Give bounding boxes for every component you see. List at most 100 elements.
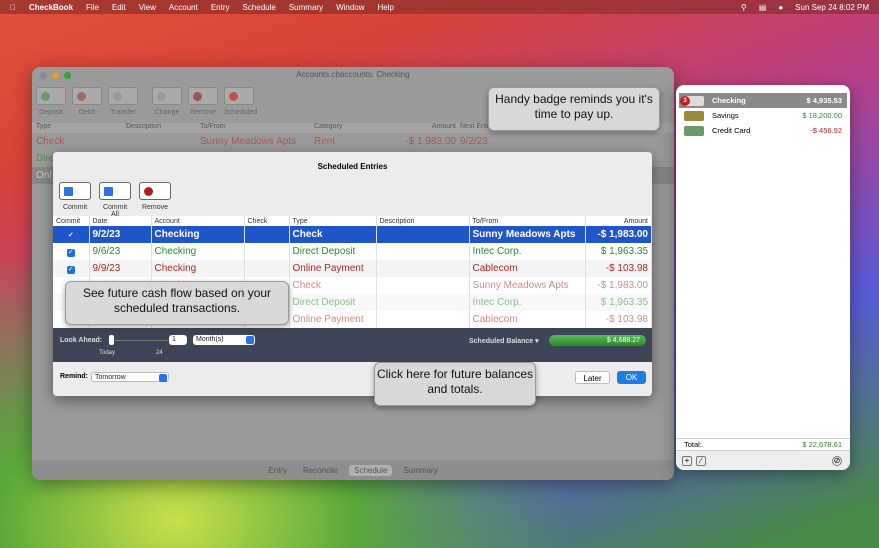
label: Debit xyxy=(78,109,96,116)
look-ahead-unit-select[interactable]: Month(s) xyxy=(193,335,255,345)
value: Month(s) xyxy=(196,336,224,343)
tab-entry[interactable]: Entry xyxy=(263,465,292,476)
menu-window[interactable]: Window xyxy=(336,3,364,12)
look-ahead-count-input[interactable]: 1 xyxy=(169,335,187,345)
cell-type: Check xyxy=(289,226,377,243)
check-icon: 3 xyxy=(680,95,704,106)
search-icon[interactable]: ⚲ xyxy=(741,3,747,12)
col-type[interactable]: Type xyxy=(289,216,377,226)
label: Remove xyxy=(141,204,169,211)
menu-schedule[interactable]: Schedule xyxy=(242,3,275,12)
col-amount[interactable]: Amount xyxy=(394,123,456,133)
menu-file[interactable]: File xyxy=(86,3,99,12)
sheet-toolbar: Commit Commit All Remove xyxy=(53,182,652,218)
scheduled-balance-bar[interactable]: $ 4,688.27 xyxy=(549,335,646,346)
checkbox-icon xyxy=(64,187,73,196)
commit-button[interactable]: Commit xyxy=(59,182,91,216)
cell-commit[interactable]: ✓ xyxy=(53,260,90,277)
scheduled-row[interactable]: ✓ 9/6/23 Checking Direct Deposit Intec Corp.… xyxy=(53,243,652,260)
remove-button[interactable]: Remove xyxy=(188,87,218,119)
col-type[interactable]: Type xyxy=(36,123,126,133)
pencil-icon xyxy=(157,92,166,101)
cell-description xyxy=(376,260,470,277)
scheduled-balance-menu[interactable]: Scheduled Balance ▾ xyxy=(469,337,539,345)
cell-commit[interactable]: ✓ xyxy=(53,243,90,260)
change-button[interactable]: Change xyxy=(152,87,182,119)
cell-account: Checking xyxy=(151,243,245,260)
debit-button[interactable]: Debit xyxy=(72,87,102,119)
clock[interactable]: Sun Sep 24 8:02 PM xyxy=(795,3,869,12)
tab-reconcile[interactable]: Reconcile xyxy=(298,465,343,476)
close-button[interactable] xyxy=(40,72,47,79)
apple-icon[interactable]:  xyxy=(10,3,16,12)
account-balance: $ 4,935.53 xyxy=(806,96,842,105)
cell-commit[interactable]: ✓ xyxy=(53,226,90,243)
scheduled-button[interactable]: Scheduled xyxy=(224,87,258,119)
deposit-icon xyxy=(41,92,50,101)
scheduled-icon xyxy=(229,92,238,101)
register-row[interactable]: Check Sunny Meadows Apts Rent -$ 1,983.0… xyxy=(32,133,674,150)
siri-icon[interactable]: ● xyxy=(778,3,783,12)
callout-balance: Click here for future balances and total… xyxy=(374,362,536,406)
cell-check xyxy=(244,243,290,260)
menu-app[interactable]: CheckBook xyxy=(29,3,73,12)
label: Remove xyxy=(189,109,217,116)
checkbox[interactable]: ✓ xyxy=(66,249,75,257)
slider-thumb[interactable] xyxy=(109,335,114,345)
remind-select[interactable]: Tomorrow xyxy=(91,372,169,382)
due-badge: 3 xyxy=(680,95,690,106)
col-check[interactable]: Check xyxy=(244,216,290,226)
account-savings[interactable]: Savings $ 18,200.00 xyxy=(679,108,847,123)
deposit-button[interactable]: Deposit xyxy=(36,87,66,119)
menu-view[interactable]: View xyxy=(139,3,156,12)
callout-badge: Handy badge reminds you it's time to pay… xyxy=(488,87,660,131)
menu-entry[interactable]: Entry xyxy=(211,3,230,12)
col-commit[interactable]: Commit xyxy=(53,216,90,226)
commit-all-button[interactable]: Commit All xyxy=(99,182,131,218)
cell-amount: -$ 1,983.00 xyxy=(585,277,652,294)
remind-label: Remind: xyxy=(60,373,88,380)
cell-to-from: Intec Corp. xyxy=(469,243,586,260)
cell-description xyxy=(376,294,470,311)
checkbox[interactable]: ✓ xyxy=(66,266,75,274)
menu-edit[interactable]: Edit xyxy=(112,3,126,12)
cell: Onl xyxy=(36,170,52,181)
col-account[interactable]: Account xyxy=(151,216,245,226)
attach-icon[interactable]: ∕ xyxy=(696,456,706,466)
col-amount[interactable]: Amount xyxy=(585,216,652,226)
label: Scheduled xyxy=(224,109,258,116)
menu-account[interactable]: Account xyxy=(169,3,198,12)
zoom-button[interactable] xyxy=(64,72,71,79)
menu-help[interactable]: Help xyxy=(378,3,394,12)
tab-schedule[interactable]: Schedule xyxy=(349,464,393,476)
menu-summary[interactable]: Summary xyxy=(289,3,323,12)
scheduled-row[interactable]: ✓ 9/2/23 Checking Check Sunny Meadows Apts -$… xyxy=(53,226,652,243)
checkbox[interactable]: ✓ xyxy=(67,232,75,240)
add-account-button[interactable]: + xyxy=(682,456,692,466)
cell-type: Online Payment xyxy=(289,260,377,277)
look-ahead-slider[interactable] xyxy=(108,340,168,341)
scheduled-row[interactable]: ✓ 9/9/23 Checking Online Payment Cablecom -$ … xyxy=(53,260,652,277)
account-checking[interactable]: 3 Checking $ 4,935.53 xyxy=(679,93,847,108)
ok-button[interactable]: OK xyxy=(617,371,646,384)
cell-amount: -$ 103.98 xyxy=(585,260,652,277)
col-to-from[interactable]: To/From xyxy=(200,123,314,133)
remove-button[interactable]: Remove xyxy=(139,182,171,216)
later-button[interactable]: Later xyxy=(575,371,610,384)
cancel-icon[interactable]: ⊘ xyxy=(832,456,842,466)
debit-icon xyxy=(77,92,86,101)
callout-cashflow: See future cash flow based on your sched… xyxy=(65,281,289,325)
col-to-from[interactable]: To/From xyxy=(469,216,586,226)
account-balance: -$ 456.92 xyxy=(810,126,842,135)
value: Tomorrow xyxy=(95,374,126,381)
account-credit-card[interactable]: Credit Card -$ 456.92 xyxy=(679,123,847,138)
control-center-icon[interactable]: ▤ xyxy=(759,3,767,12)
cell-check xyxy=(244,226,290,243)
col-description[interactable]: Description xyxy=(126,123,200,133)
tab-summary[interactable]: Summary xyxy=(398,465,442,476)
transfer-button[interactable]: Transfer xyxy=(108,87,138,119)
minimize-button[interactable] xyxy=(52,72,59,79)
col-description[interactable]: Description xyxy=(376,216,470,226)
label: Commit xyxy=(62,204,88,211)
col-category[interactable]: Category xyxy=(314,123,394,133)
